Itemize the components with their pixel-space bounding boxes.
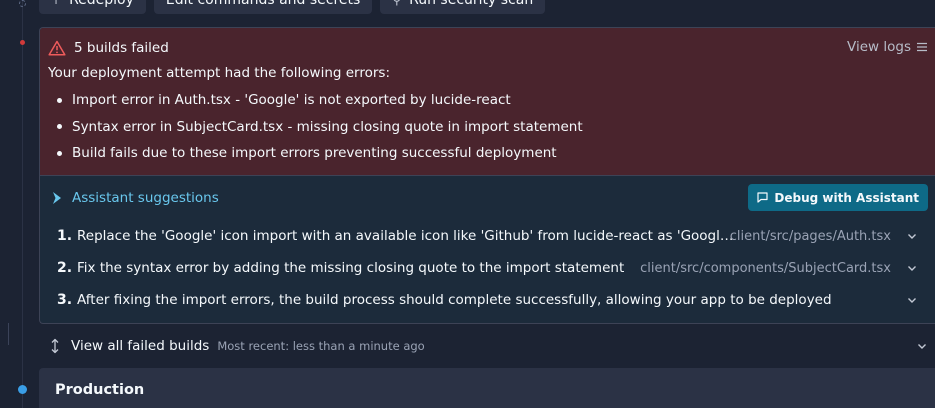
view-all-failed-builds-label: View all failed builds (71, 338, 210, 354)
suggestion-text: Replace the 'Google' icon import with an… (77, 228, 737, 244)
suggestion-number: 3. (57, 292, 73, 308)
arrow-up-icon: ↑ (51, 0, 62, 7)
suggestion-text: Fix the syntax error by adding the missi… (77, 260, 625, 276)
error-item: Import error in Auth.tsx - 'Google' is n… (57, 87, 927, 114)
chevron-down-icon[interactable] (907, 263, 917, 273)
timeline-dot-error (20, 40, 25, 45)
suggestion-item[interactable]: 1. Replace the 'Google' icon import with… (48, 220, 927, 252)
chevron-down-icon[interactable] (907, 231, 917, 241)
chevron-down-icon[interactable] (907, 295, 917, 305)
view-all-failed-builds-row[interactable]: View all failed builds Most recent: less… (49, 336, 935, 356)
view-logs-button[interactable]: View logs (847, 39, 927, 55)
error-item: Build fails due to these import errors p… (57, 140, 927, 167)
view-logs-label: View logs (847, 39, 911, 55)
resize-handle[interactable] (8, 323, 9, 345)
expand-vertical-icon (51, 338, 59, 354)
list-icon (917, 42, 927, 52)
error-title: 5 builds failed (74, 40, 169, 56)
error-item: Syntax error in SubjectCard.tsx - missin… (57, 114, 927, 141)
suggestion-number: 1. (57, 228, 73, 244)
assistant-icon (53, 192, 61, 204)
debug-label: Debug with Assistant (774, 190, 919, 205)
debug-with-assistant-button[interactable]: Debug with Assistant (748, 184, 928, 211)
production-title: Production (55, 382, 145, 398)
suggestion-item[interactable]: 2. Fix the syntax error by adding the mi… (48, 252, 927, 284)
warning-icon (48, 40, 66, 56)
error-header: 5 builds failed (48, 38, 927, 58)
chat-icon (757, 192, 768, 203)
error-intro: Your deployment attempt had the followin… (48, 65, 391, 81)
redeploy-label: Redeploy (69, 0, 134, 8)
assistant-suggestions-panel: Assistant suggestions Debug with Assista… (40, 176, 935, 323)
production-section: Production (39, 368, 935, 408)
suggestion-number: 2. (57, 260, 73, 276)
security-scan-button[interactable]: ⚲ Run security scan (380, 0, 546, 14)
suggestion-item[interactable]: 3. After fixing the import errors, the b… (48, 284, 927, 316)
timeline-dot-production (18, 385, 27, 394)
edit-commands-button[interactable]: Edit commands and secrets (153, 0, 373, 14)
error-list: Import error in Auth.tsx - 'Google' is n… (48, 87, 927, 167)
assistant-title: Assistant suggestions (72, 190, 219, 206)
deployment-toolbar: ↑ Redeploy Edit commands and secrets ⚲ R… (39, 0, 546, 14)
edit-commands-label: Edit commands and secrets (165, 0, 361, 8)
chevron-down-icon[interactable] (917, 341, 927, 351)
security-scan-label: Run security scan (409, 0, 534, 8)
most-recent-timestamp: Most recent: less than a minute ago (217, 339, 425, 353)
timeline-dot-pending (19, 0, 26, 7)
failed-build-card: 5 builds failed View logs Your deploymen… (39, 27, 935, 324)
scan-icon: ⚲ (392, 0, 402, 7)
suggestion-file-path[interactable]: client/src/components/SubjectCard.tsx (640, 261, 891, 276)
error-panel: 5 builds failed View logs Your deploymen… (40, 28, 935, 176)
suggestion-list: 1. Replace the 'Google' icon import with… (48, 220, 927, 316)
suggestion-text: After fixing the import errors, the buil… (77, 292, 832, 308)
redeploy-button[interactable]: ↑ Redeploy (39, 0, 146, 14)
suggestion-file-path[interactable]: client/src/pages/Auth.tsx (730, 229, 891, 244)
timeline-rail (22, 0, 23, 408)
